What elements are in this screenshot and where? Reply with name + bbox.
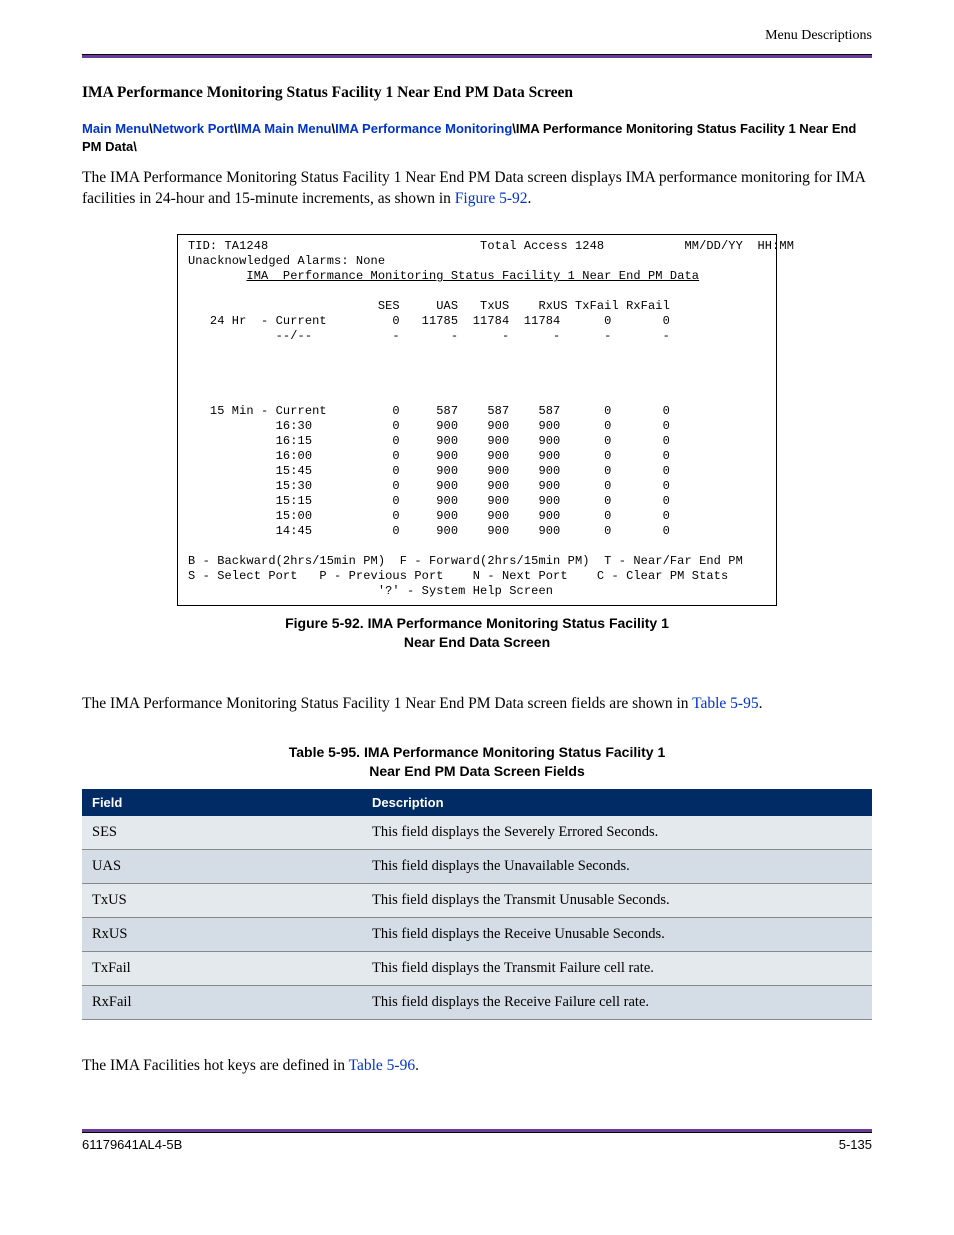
footer: 61179641AL4-5B 5-135 [82, 1137, 872, 1152]
context-header: Menu Descriptions [82, 28, 872, 44]
table-reference-link[interactable]: Table 5-95 [692, 695, 759, 712]
figure-caption-prefix: Figure 5-92. [285, 615, 367, 631]
table-reference-link[interactable]: Table 5-96 [349, 1057, 416, 1074]
intro-paragraph: The IMA Performance Monitoring Status Fa… [82, 168, 872, 210]
footer-docnum: 61179641AL4-5B [82, 1137, 182, 1152]
breadcrumb-link[interactable]: Network Port [153, 121, 234, 136]
body-text-after: . [759, 695, 763, 712]
table-header-description: Description [362, 789, 872, 816]
breadcrumb: Main Menu\Network Port\IMA Main Menu\IMA… [82, 120, 872, 156]
breadcrumb-link[interactable]: Main Menu [82, 121, 149, 136]
table-cell-description: This field displays the Severely Errored… [362, 816, 872, 850]
breadcrumb-link[interactable]: IMA Main Menu [237, 121, 331, 136]
footer-rule [82, 1129, 872, 1133]
figure-reference-link[interactable]: Figure 5-92 [455, 190, 528, 207]
table-cell-field: UAS [82, 849, 362, 883]
intro-after: . [528, 190, 532, 207]
table-cell-field: TxUS [82, 883, 362, 917]
body-paragraph: The IMA Performance Monitoring Status Fa… [82, 694, 872, 715]
body-text-before: The IMA Performance Monitoring Status Fa… [82, 695, 692, 712]
table-row: TxFailThis field displays the Transmit F… [82, 951, 872, 985]
table-caption-prefix: Table 5-95. [289, 744, 364, 760]
terminal-screen: TID: TA1248 Total Access 1248 MM/DD/YY H… [177, 234, 777, 606]
table-cell-field: TxFail [82, 951, 362, 985]
table-cell-field: RxUS [82, 917, 362, 951]
figure-caption: Figure 5-92. IMA Performance Monitoring … [82, 614, 872, 652]
table-caption-line1: IMA Performance Monitoring Status Facili… [364, 744, 665, 760]
table-row: TxUSThis field displays the Transmit Unu… [82, 883, 872, 917]
closing-text-after: . [415, 1057, 419, 1074]
table-header-field: Field [82, 789, 362, 816]
figure-caption-line1: IMA Performance Monitoring Status Facili… [368, 615, 669, 631]
table-row: RxFailThis field displays the Receive Fa… [82, 985, 872, 1019]
fields-table: Field Description SESThis field displays… [82, 789, 872, 1020]
table-row: SESThis field displays the Severely Erro… [82, 816, 872, 850]
closing-text-before: The IMA Facilities hot keys are defined … [82, 1057, 349, 1074]
closing-paragraph: The IMA Facilities hot keys are defined … [82, 1056, 872, 1077]
table-row: UASThis field displays the Unavailable S… [82, 849, 872, 883]
figure-caption-line2: Near End Data Screen [404, 634, 550, 650]
table-header-row: Field Description [82, 789, 872, 816]
table-cell-field: RxFail [82, 985, 362, 1019]
terminal-title: IMA Performance Monitoring Status Facili… [246, 269, 699, 283]
breadcrumb-link[interactable]: IMA Performance Monitoring [335, 121, 512, 136]
table-cell-description: This field displays the Receive Unusable… [362, 917, 872, 951]
table-row: RxUSThis field displays the Receive Unus… [82, 917, 872, 951]
footer-pagenum: 5-135 [839, 1137, 872, 1152]
table-cell-description: This field displays the Transmit Unusabl… [362, 883, 872, 917]
table-cell-description: This field displays the Receive Failure … [362, 985, 872, 1019]
table-cell-field: SES [82, 816, 362, 850]
table-cell-description: This field displays the Unavailable Seco… [362, 849, 872, 883]
section-heading: IMA Performance Monitoring Status Facili… [82, 84, 872, 102]
table-caption: Table 5-95. IMA Performance Monitoring S… [82, 743, 872, 781]
table-cell-description: This field displays the Transmit Failure… [362, 951, 872, 985]
table-caption-line2: Near End PM Data Screen Fields [369, 763, 585, 779]
header-rule [82, 54, 872, 58]
